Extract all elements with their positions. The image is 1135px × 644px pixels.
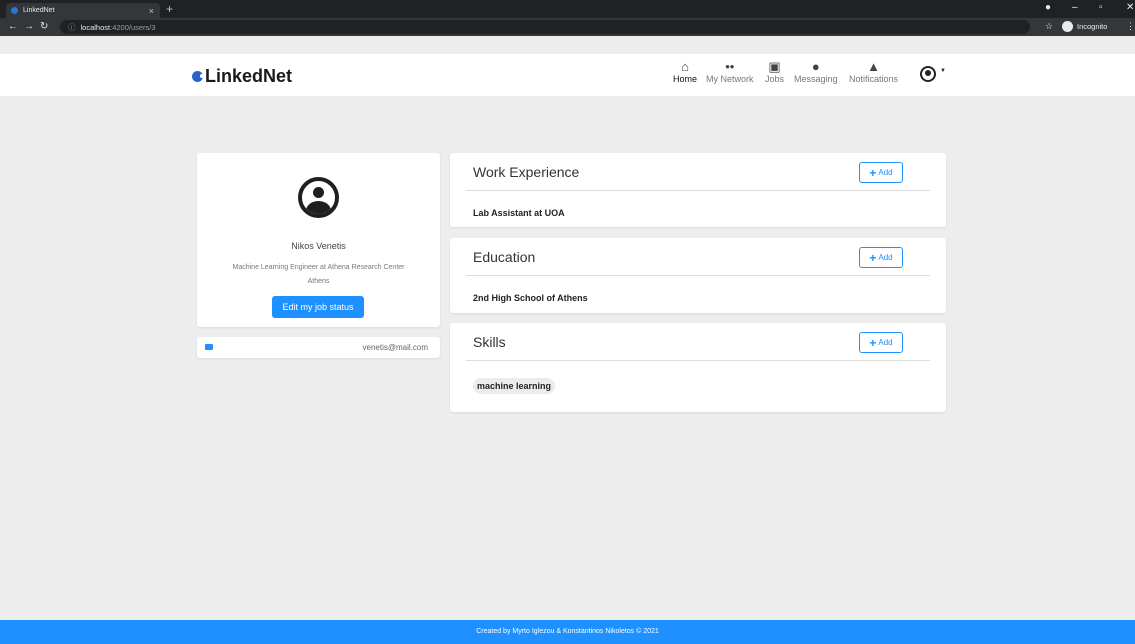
- add-education-button[interactable]: + Add: [859, 247, 903, 268]
- nav-notifications-label: Notifications: [849, 74, 899, 84]
- profile-job-title: Machine Learning Engineer at Athena Rese…: [232, 264, 405, 271]
- email-card: venetis@mail.com: [197, 337, 440, 358]
- browser-tab[interactable]: LinkedNet ×: [6, 3, 160, 18]
- back-icon[interactable]: ←: [8, 21, 18, 32]
- bookmark-star-icon[interactable]: ☆: [1045, 21, 1053, 32]
- home-icon: ⌂: [681, 59, 689, 74]
- education-card: Education + Add 2nd High School of Athens: [450, 238, 946, 313]
- profile-location: Athens: [307, 278, 330, 285]
- plus-icon: +: [869, 165, 877, 180]
- logo[interactable]: LinkedNet: [192, 66, 292, 87]
- app-navbar: LinkedNet ⌂ Home •• My Network ▣ Jobs ● …: [0, 54, 1135, 96]
- divider: [466, 275, 930, 276]
- skills-card: Skills + Add machine learning: [450, 323, 946, 412]
- avatar: [298, 177, 339, 218]
- nav-home[interactable]: ⌂ Home: [673, 59, 698, 85]
- incognito-icon: [1062, 21, 1073, 32]
- url-path: :4200/users/3: [110, 22, 156, 32]
- footer: Created by Myrto Iglezou & Konstantinos …: [0, 620, 1135, 644]
- chevron-down-icon[interactable]: ▼: [940, 68, 946, 74]
- nav-jobs[interactable]: ▣ Jobs: [765, 59, 785, 85]
- education-item: 2nd High School of Athens: [473, 293, 588, 303]
- window-close-icon[interactable]: ✕: [1126, 2, 1134, 13]
- briefcase-icon: ▣: [768, 59, 781, 74]
- work-experience-title: Work Experience: [473, 164, 580, 180]
- nav-messaging[interactable]: ● Messaging: [794, 59, 838, 85]
- profile-menu-icon[interactable]: [920, 66, 936, 82]
- add-work-experience-button[interactable]: + Add: [859, 162, 903, 183]
- skills-title: Skills: [473, 334, 506, 350]
- new-tab-icon[interactable]: +: [166, 2, 173, 16]
- tab-close-icon[interactable]: ×: [149, 6, 154, 16]
- profile-name: Nikos Venetis: [291, 241, 346, 251]
- edit-job-status-button[interactable]: Edit my job status: [272, 296, 364, 318]
- education-title: Education: [473, 249, 536, 265]
- divider: [466, 190, 930, 191]
- url-host: localhost: [80, 22, 111, 32]
- nav-jobs-label: Jobs: [765, 74, 785, 84]
- profile-email: venetis@mail.com: [362, 343, 428, 352]
- profile-card: Nikos Venetis Machine Learning Engineer …: [197, 153, 440, 327]
- nav-my-network[interactable]: •• My Network: [706, 59, 754, 85]
- envelope-icon: [205, 344, 213, 350]
- extension-icon[interactable]: ●: [1045, 2, 1051, 13]
- bell-icon: ▲: [867, 59, 880, 74]
- favicon-icon: [11, 7, 18, 14]
- menu-kebab-icon[interactable]: ⋮: [1126, 21, 1135, 32]
- work-experience-card: Work Experience + Add Lab Assistant at UO…: [450, 153, 946, 227]
- browser-tab-bar: LinkedNet × + ● – ▫ ✕: [0, 0, 1135, 18]
- incognito-indicator[interactable]: Incognito: [1062, 21, 1107, 32]
- minimize-icon[interactable]: –: [1072, 2, 1078, 13]
- divider: [466, 360, 930, 361]
- info-icon[interactable]: ⓘ: [68, 22, 76, 33]
- plus-icon: +: [869, 250, 877, 265]
- nav-notifications[interactable]: ▲ Notifications: [849, 59, 899, 85]
- work-experience-item: Lab Assistant at UOA: [473, 208, 565, 218]
- chat-icon: ●: [811, 59, 820, 74]
- people-icon: ••: [725, 59, 735, 74]
- incognito-label: Incognito: [1077, 22, 1108, 31]
- url-field[interactable]: ⓘ localhost:4200/users/3: [60, 20, 1030, 34]
- logo-text: LinkedNet: [205, 66, 293, 86]
- tab-title: LinkedNet: [23, 7, 55, 14]
- plus-icon: +: [869, 335, 877, 350]
- nav-home-label: Home: [673, 74, 698, 84]
- forward-icon[interactable]: →: [24, 21, 34, 32]
- address-bar-row: ← → ↻ ⓘ localhost:4200/users/3 ☆ Incogni…: [0, 18, 1135, 36]
- nav-messaging-label: Messaging: [794, 74, 838, 84]
- logo-icon: [192, 71, 204, 82]
- nav-my-network-label: My Network: [706, 74, 754, 84]
- add-skill-button[interactable]: + Add: [859, 332, 903, 353]
- maximize-icon[interactable]: ▫: [1099, 2, 1103, 13]
- skill-tag: machine learning: [473, 378, 556, 394]
- reload-icon[interactable]: ↻: [40, 21, 48, 32]
